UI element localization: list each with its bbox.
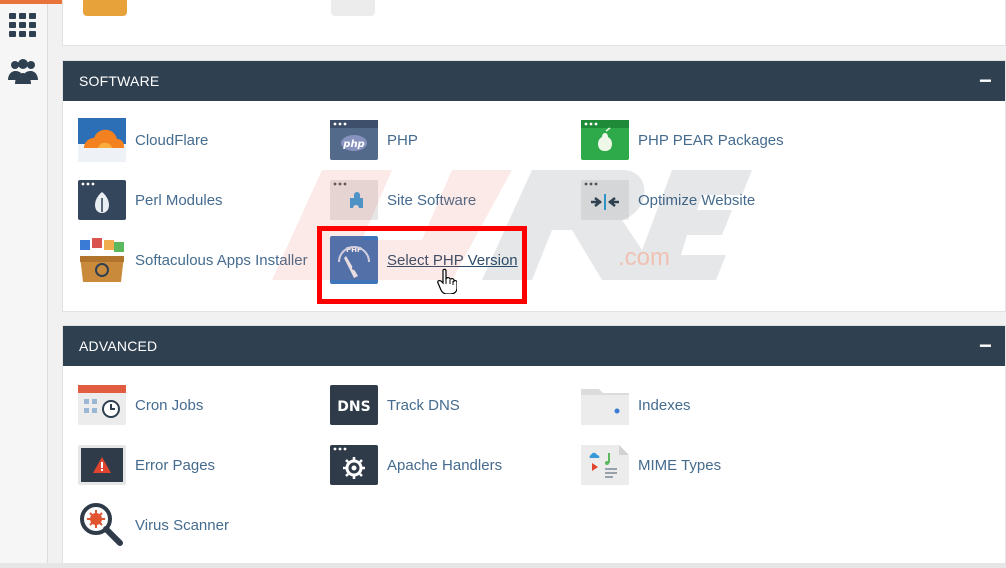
main-content: SOFTWARE − CloudFlare php PHP PHP PEAR P… [62,0,1006,568]
item-label: Virus Scanner [135,516,229,534]
users-icon[interactable] [8,56,38,86]
svg-text:php: php [342,139,364,150]
software-item-php[interactable]: php PHP [330,115,418,165]
apache-handlers-icon [330,443,378,487]
item-label: Perl Modules [135,191,223,209]
cron-jobs-icon [78,383,126,427]
svg-text:DNS: DNS [337,399,370,415]
hand-cursor-icon [437,268,458,295]
software-section-header[interactable]: SOFTWARE − [63,61,1005,101]
bottom-scroll-edge [0,563,1006,568]
section-title: SOFTWARE [79,73,160,89]
site-software-icon [330,178,378,222]
optimize-website-icon [581,178,629,222]
perl-modules-icon [78,178,126,222]
indexes-icon [581,383,629,427]
watermark-text: .com [618,244,671,271]
partial-tile-icon-2[interactable] [331,0,375,16]
php-pear-icon [581,118,629,162]
item-label: Cron Jobs [135,396,204,414]
php-icon: php [330,118,378,162]
advanced-item-virus-scanner[interactable]: Virus Scanner [78,500,229,550]
advanced-item-apache-handlers[interactable]: Apache Handlers [330,440,502,490]
item-label: Apache Handlers [387,456,503,474]
advanced-item-track-dns[interactable]: DNS Track DNS [330,380,460,430]
item-label: Error Pages [135,456,216,474]
software-item-cloudflare[interactable]: CloudFlare [78,115,208,165]
mime-types-icon [581,443,629,487]
software-section: SOFTWARE − CloudFlare php PHP PHP PEAR P… [62,60,1006,312]
item-label: Site Software [387,191,477,209]
item-label: Softaculous Apps Installer [135,251,308,269]
software-item-perl-modules[interactable]: Perl Modules [78,175,223,225]
softaculous-icon [78,238,126,282]
collapse-toggle[interactable]: − [979,70,992,92]
software-item-php-pear[interactable]: PHP PEAR Packages [581,115,784,165]
virus-scanner-icon [78,503,126,547]
error-pages-icon [78,443,126,487]
apps-grid-icon[interactable] [8,10,38,40]
advanced-section: ADVANCED − Cron Jobs DNS Track DNS Index… [62,325,1006,568]
partial-tile-icon[interactable] [83,0,127,16]
software-item-site-software[interactable]: Site Software [330,175,476,225]
item-label: Track DNS [387,396,460,414]
item-label: MIME Types [638,456,722,474]
advanced-item-cron-jobs[interactable]: Cron Jobs [78,380,203,430]
previous-section-panel [62,0,1006,46]
item-label: PHP PEAR Packages [638,131,784,149]
advanced-item-error-pages[interactable]: Error Pages [78,440,215,490]
advanced-section-header[interactable]: ADVANCED − [63,326,1005,366]
item-label: CloudFlare [135,131,209,149]
section-title: ADVANCED [79,338,158,354]
software-item-optimize-website[interactable]: Optimize Website [581,175,755,225]
advanced-item-indexes[interactable]: Indexes [581,380,691,430]
cloudflare-icon [78,118,126,162]
track-dns-icon: DNS [330,383,378,427]
item-label: PHP [387,131,418,149]
item-label: Optimize Website [638,191,756,209]
advanced-item-mime-types[interactable]: MIME Types [581,440,721,490]
highlight-box [317,226,527,304]
software-item-softaculous[interactable]: Softaculous Apps Installer [78,235,308,285]
left-sidebar [0,4,48,568]
collapse-toggle[interactable]: − [979,335,992,357]
item-label: Indexes [638,396,691,414]
